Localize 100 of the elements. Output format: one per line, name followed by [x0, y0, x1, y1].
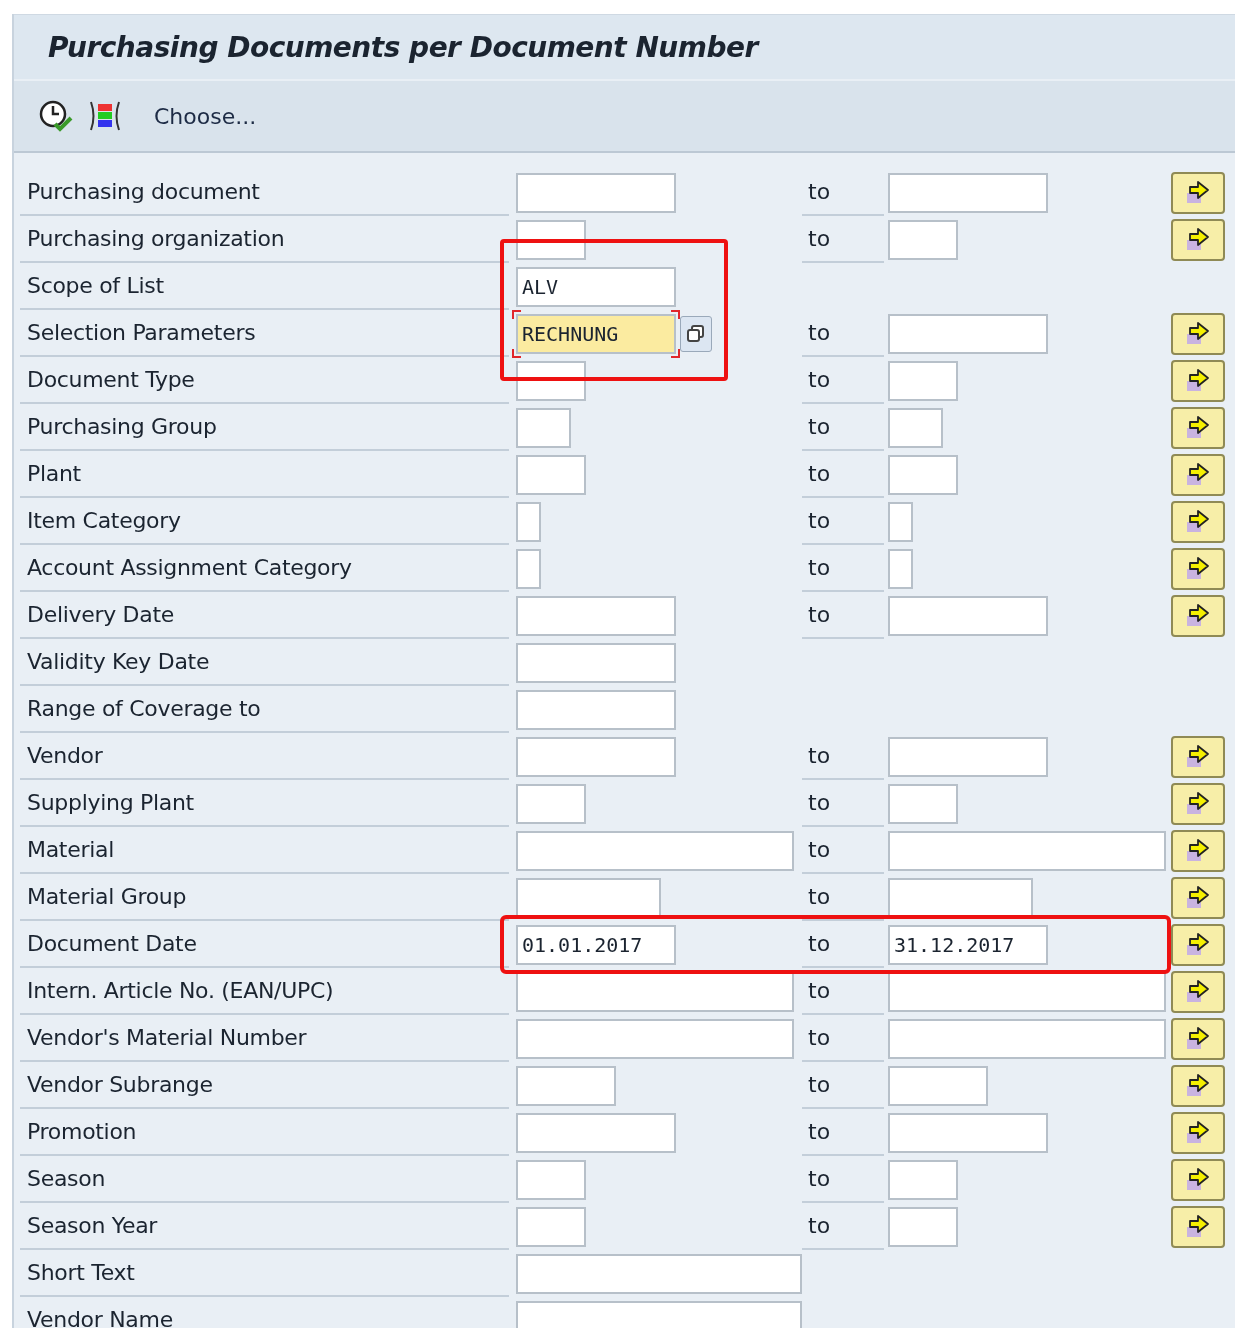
input-field[interactable] — [888, 407, 943, 448]
range-label: to — [802, 1109, 884, 1156]
range-label: to — [802, 874, 884, 921]
field-label: Account Assignment Category — [20, 545, 509, 592]
input-field[interactable] — [516, 407, 571, 448]
input-field[interactable] — [516, 1300, 802, 1328]
input-field[interactable] — [888, 548, 913, 589]
input-field[interactable] — [888, 830, 1166, 871]
input-field[interactable] — [516, 1206, 586, 1247]
range-label: to — [802, 733, 884, 780]
input-field[interactable]: 01.01.2017 — [516, 924, 676, 965]
field-label: Document Date — [20, 921, 509, 968]
field-label: Purchasing Group — [20, 404, 509, 451]
field-label: Season — [20, 1156, 509, 1203]
input-field[interactable] — [516, 1253, 802, 1294]
range-label: to — [802, 169, 884, 216]
multiple-selection-button[interactable] — [1171, 547, 1225, 590]
input-field[interactable] — [888, 971, 1166, 1012]
multiple-selection-button[interactable] — [1171, 1111, 1225, 1154]
multiple-selection-button[interactable] — [1171, 171, 1225, 214]
range-label: to — [802, 545, 884, 592]
input-field[interactable] — [888, 783, 958, 824]
multiple-selection-button[interactable] — [1171, 218, 1225, 261]
input-field[interactable] — [516, 1159, 586, 1200]
input-field[interactable] — [888, 1159, 958, 1200]
multiple-selection-button[interactable] — [1171, 829, 1225, 872]
input-field[interactable] — [888, 501, 913, 542]
layout-icon[interactable] — [88, 99, 122, 133]
multiple-selection-button[interactable] — [1171, 970, 1225, 1013]
clock-check-icon[interactable] — [38, 99, 74, 133]
input-field[interactable] — [888, 313, 1048, 354]
input-field[interactable] — [888, 877, 1033, 918]
value-help-button[interactable] — [680, 315, 712, 352]
input-field[interactable] — [888, 1065, 988, 1106]
field-label: Material — [20, 827, 509, 874]
multiple-selection-button[interactable] — [1171, 406, 1225, 449]
multiple-selection-button[interactable] — [1171, 453, 1225, 496]
input-field[interactable] — [516, 360, 586, 401]
range-label: to — [802, 592, 884, 639]
field-label: Purchasing organization — [20, 216, 509, 263]
multiple-selection-button[interactable] — [1171, 1158, 1225, 1201]
input-field[interactable] — [516, 736, 676, 777]
multiple-selection-button[interactable] — [1171, 500, 1225, 543]
multiple-selection-button[interactable] — [1171, 876, 1225, 919]
multiple-selection-button[interactable] — [1171, 1017, 1225, 1060]
multiple-selection-button[interactable] — [1171, 1064, 1225, 1107]
field-label: Vendor Subrange — [20, 1062, 509, 1109]
field-label: Purchasing document — [20, 169, 509, 216]
input-field[interactable] — [888, 172, 1048, 213]
input-field[interactable] — [888, 219, 958, 260]
range-label: to — [802, 451, 884, 498]
multiple-selection-button[interactable] — [1171, 735, 1225, 778]
input-field[interactable] — [516, 783, 586, 824]
input-field[interactable] — [516, 1065, 616, 1106]
field-label: Plant — [20, 451, 509, 498]
field-label: Season Year — [20, 1203, 509, 1250]
input-field[interactable] — [516, 595, 676, 636]
input-field[interactable] — [888, 1018, 1166, 1059]
field-label: Delivery Date — [20, 592, 509, 639]
input-field[interactable] — [516, 830, 794, 871]
input-field[interactable] — [516, 689, 676, 730]
input-field[interactable] — [516, 971, 794, 1012]
input-field[interactable] — [888, 736, 1048, 777]
input-field[interactable] — [516, 1112, 676, 1153]
input-field[interactable] — [888, 595, 1048, 636]
field-label: Validity Key Date — [20, 639, 509, 686]
input-field[interactable] — [516, 1018, 794, 1059]
multiple-selection-button[interactable] — [1171, 923, 1225, 966]
choose-button[interactable]: Choose... — [150, 101, 261, 131]
input-field[interactable] — [888, 360, 958, 401]
input-field[interactable] — [888, 1112, 1048, 1153]
multiple-selection-button[interactable] — [1171, 594, 1225, 637]
multiple-selection-button[interactable] — [1171, 312, 1225, 355]
range-label: to — [802, 1062, 884, 1109]
window-title: Purchasing Documents per Document Number — [48, 30, 758, 64]
field-label: Item Category — [20, 498, 509, 545]
input-field[interactable]: ALV — [516, 266, 676, 307]
input-field[interactable] — [516, 548, 541, 589]
range-label: to — [802, 216, 884, 263]
input-field[interactable] — [516, 172, 676, 213]
input-field[interactable] — [516, 501, 541, 542]
input-field[interactable] — [888, 454, 958, 495]
range-label: to — [802, 357, 884, 404]
input-field[interactable]: 31.12.2017 — [888, 924, 1048, 965]
field-label: Promotion — [20, 1109, 509, 1156]
input-field[interactable] — [516, 454, 586, 495]
input-field[interactable] — [516, 219, 586, 260]
multiple-selection-button[interactable] — [1171, 1205, 1225, 1248]
field-label: Material Group — [20, 874, 509, 921]
multiple-selection-button[interactable] — [1171, 782, 1225, 825]
field-label: Vendor's Material Number — [20, 1015, 509, 1062]
field-label: Document Type — [20, 357, 509, 404]
range-label: to — [802, 921, 884, 968]
input-field[interactable] — [888, 1206, 958, 1247]
range-label: to — [802, 780, 884, 827]
field-label: Vendor Name — [20, 1297, 509, 1328]
field-label: Short Text — [20, 1250, 509, 1297]
input-field[interactable] — [516, 877, 661, 918]
multiple-selection-button[interactable] — [1171, 359, 1225, 402]
input-field[interactable] — [516, 642, 676, 683]
